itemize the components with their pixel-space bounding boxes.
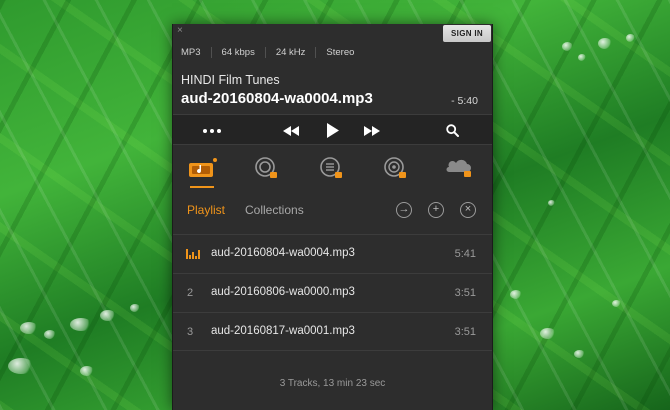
water-drop [574, 350, 585, 358]
table-row[interactable]: aud-20160804-wa0004.mp3 5:41 [173, 234, 492, 273]
water-drop [20, 322, 38, 334]
play-icon [327, 123, 339, 138]
library-locked-icon [320, 157, 342, 178]
rewind-icon [283, 125, 299, 136]
source-selector [173, 148, 492, 188]
add-track-button[interactable]: + [428, 202, 444, 218]
music-player-window: × SIGN IN MP3 64 kbps 24 kHz Stereo HIND… [172, 24, 493, 410]
track-name: aud-20160804-wa0004.mp3 [211, 247, 355, 259]
more-options-button[interactable] [195, 115, 229, 146]
source-soundcloud[interactable] [442, 151, 476, 185]
sample-rate-label: 24 kHz [264, 47, 316, 58]
bitrate-label: 64 kbps [210, 47, 265, 58]
water-drop [510, 290, 522, 299]
water-drop [540, 328, 556, 339]
track-duration: 5:41 [454, 248, 476, 260]
plus-circle-icon: + [432, 203, 440, 215]
soundcloud-locked-icon [446, 159, 471, 177]
water-drop [598, 38, 612, 49]
water-drop [70, 318, 92, 331]
source-podcast[interactable] [378, 151, 412, 185]
source-local-music[interactable] [185, 151, 219, 185]
water-drop [100, 310, 116, 321]
active-source-indicator [190, 186, 214, 188]
water-drop [44, 330, 56, 339]
table-row[interactable]: 3 aud-20160817-wa0001.mp3 3:51 [173, 312, 492, 351]
track-duration: 3:51 [454, 287, 476, 299]
playlist-tabs: Playlist Collections → + × [173, 199, 492, 225]
tab-collections[interactable]: Collections [245, 203, 304, 217]
next-track-button[interactable] [359, 115, 385, 146]
transport-controls [173, 114, 492, 145]
ellipsis-icon [203, 128, 221, 133]
search-button[interactable] [440, 115, 464, 146]
go-to-current-button[interactable]: → [396, 202, 412, 218]
water-drop [578, 54, 586, 61]
search-icon [445, 124, 459, 137]
source-library[interactable] [314, 151, 348, 185]
water-drop [8, 358, 34, 374]
water-drop [548, 200, 555, 206]
x-circle-icon: × [464, 203, 472, 215]
water-drop [612, 300, 621, 307]
source-network[interactable] [249, 151, 283, 185]
now-playing-equalizer-icon [186, 249, 200, 259]
podcast-locked-icon [384, 157, 406, 178]
sign-in-button[interactable]: SIGN IN [443, 25, 491, 42]
track-name: aud-20160806-wa0000.mp3 [211, 286, 355, 298]
local-music-icon [189, 158, 217, 177]
fast-forward-icon [364, 125, 380, 136]
close-window-button[interactable]: × [177, 26, 183, 36]
water-drop [130, 304, 140, 312]
track-number: 3 [187, 326, 194, 338]
time-remaining: - 5:40 [451, 95, 478, 107]
clear-playlist-button[interactable]: × [460, 202, 476, 218]
water-drop [626, 34, 635, 42]
album-name: HINDI Film Tunes [181, 73, 280, 87]
network-locked-icon [255, 157, 277, 178]
channels-label: Stereo [315, 47, 364, 58]
codec-label: MP3 [181, 47, 201, 58]
previous-track-button[interactable] [278, 115, 304, 146]
now-playing-title: aud-20160804-wa0004.mp3 [181, 90, 373, 107]
table-row[interactable]: 2 aud-20160806-wa0000.mp3 3:51 [173, 273, 492, 312]
format-info: MP3 64 kbps 24 kHz Stereo [181, 47, 364, 58]
playlist-summary: 3 Tracks, 13 min 23 sec [279, 378, 386, 389]
track-duration: 3:51 [454, 326, 476, 338]
track-number: 2 [187, 287, 194, 299]
water-drop [562, 42, 573, 51]
water-drop [80, 366, 94, 376]
tab-playlist[interactable]: Playlist [187, 203, 225, 217]
arrow-right-circle-icon: → [398, 203, 410, 215]
track-name: aud-20160817-wa0001.mp3 [211, 325, 355, 337]
playlist-list: aud-20160804-wa0004.mp3 5:41 2 aud-20160… [173, 234, 492, 351]
play-button[interactable] [320, 115, 346, 146]
